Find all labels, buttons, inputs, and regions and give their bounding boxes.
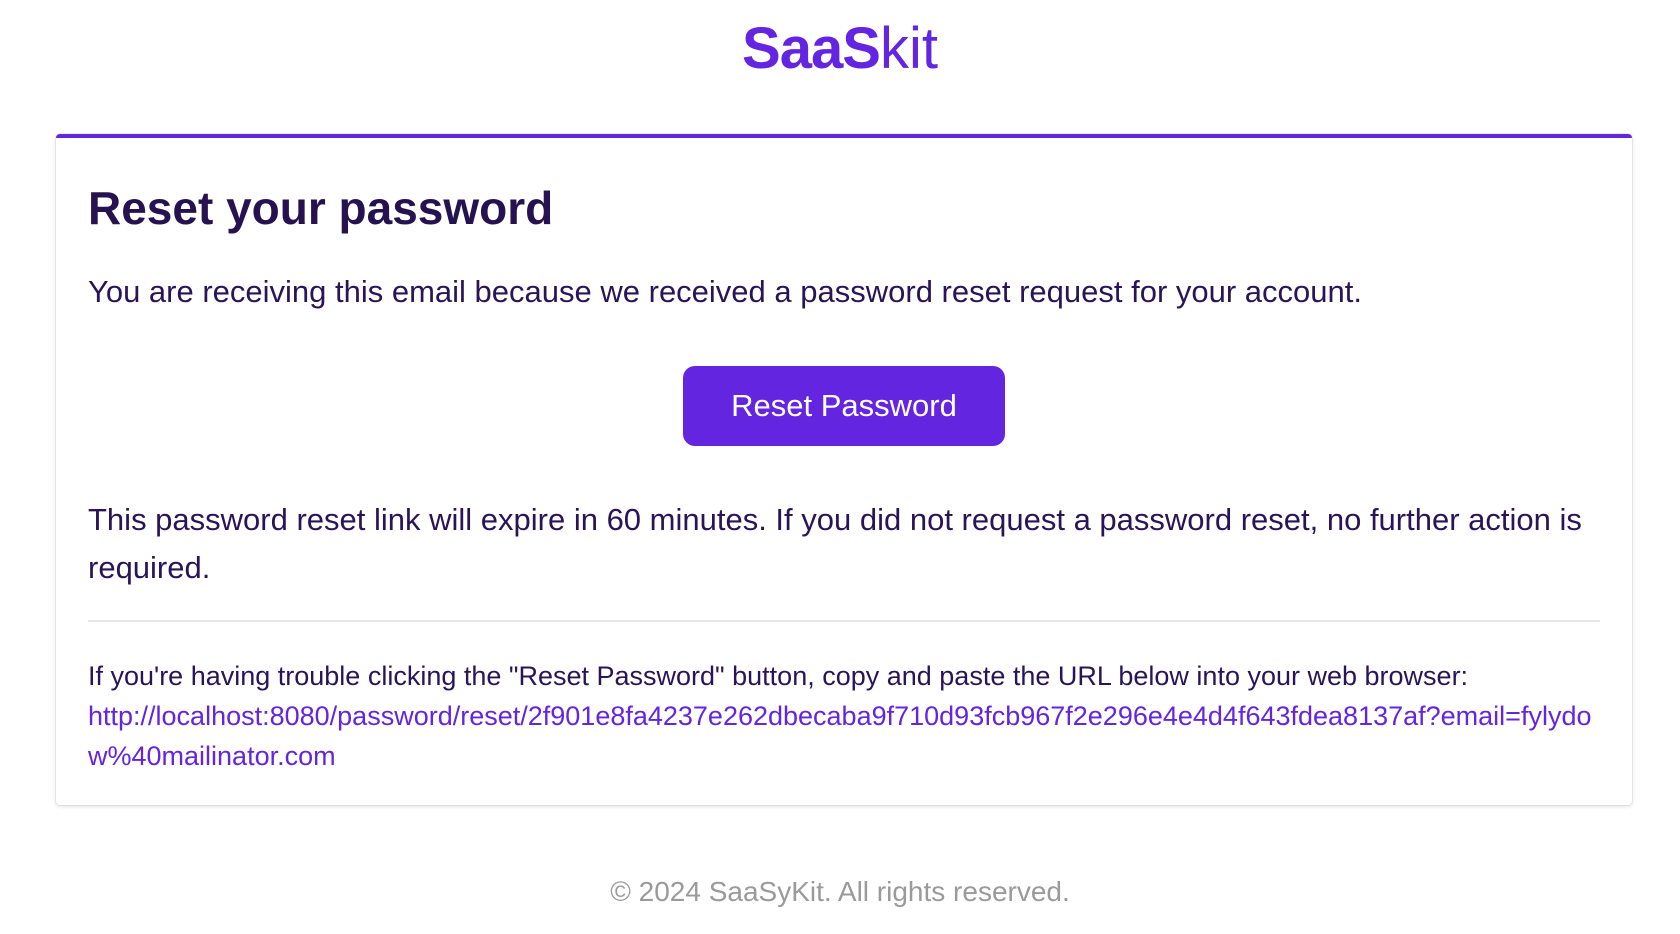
reset-password-button[interactable]: Reset Password bbox=[683, 366, 1005, 446]
trouble-text-block: If you're having trouble clicking the "R… bbox=[88, 656, 1600, 776]
logo-wordmark-light: kit bbox=[879, 16, 938, 81]
expire-notice-text: This password reset link will expire in … bbox=[88, 502, 1582, 585]
button-container: Reset Password bbox=[88, 366, 1600, 446]
email-card: Reset your password You are receiving th… bbox=[56, 134, 1632, 805]
email-intro-text: You are receiving this email because we … bbox=[88, 274, 1362, 309]
trouble-instructions: If you're having trouble clicking the "R… bbox=[88, 661, 1469, 691]
logo-wordmark-bold: SaaS bbox=[742, 16, 881, 81]
email-page: SaaSkit Reset your password You are rece… bbox=[0, 0, 1680, 934]
reset-url-link[interactable]: http://localhost:8080/password/reset/2f9… bbox=[88, 701, 1591, 771]
email-title: Reset your password bbox=[88, 182, 554, 234]
footer-copyright: © 2024 SaaSyKit. All rights reserved. bbox=[610, 876, 1070, 907]
divider bbox=[88, 620, 1600, 622]
saaskit-logo[interactable]: SaaSkit bbox=[0, 14, 1680, 84]
